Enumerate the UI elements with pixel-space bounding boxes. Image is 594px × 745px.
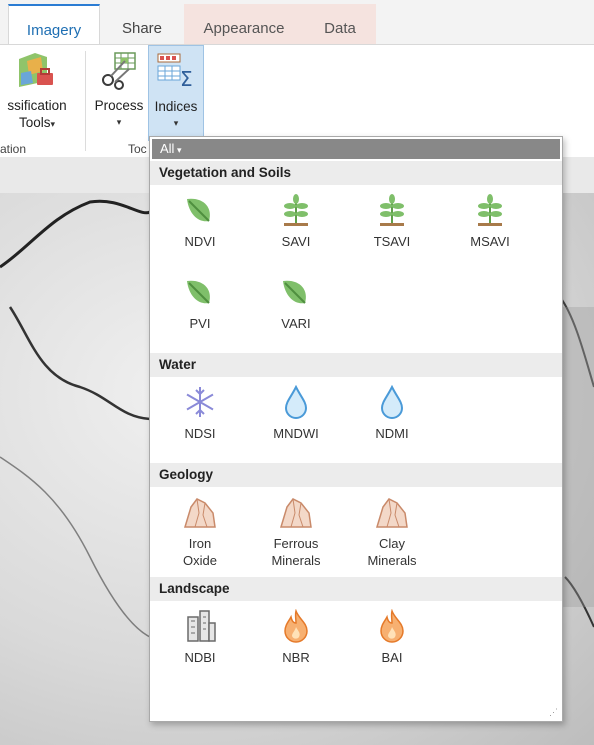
index-ndmi[interactable]: NDMI (352, 379, 432, 442)
index-label: NBR (282, 650, 310, 665)
water-drop-icon (375, 384, 409, 419)
index-pvi[interactable]: PVI (160, 269, 240, 332)
index-label: SAVI (281, 234, 311, 249)
section-water: Water (150, 353, 562, 377)
plant-icon (375, 193, 409, 227)
leaf-icon (183, 193, 217, 227)
index-nbr[interactable]: NBR (256, 603, 336, 666)
index-label: NDMI (375, 426, 409, 441)
index-label: NDBI (184, 650, 216, 665)
group-label-classification: ation (0, 142, 27, 156)
ribbon-separator (85, 51, 86, 151)
indices-gallery: All ▾ Vegetation and Soils NDVI SAVI TSA… (149, 136, 563, 722)
classification-tools-icon (17, 51, 57, 91)
classification-tools-label-2: Tools (18, 115, 51, 130)
tab-data[interactable]: Data (304, 4, 376, 44)
leaf-icon (279, 275, 313, 309)
fire-icon (279, 608, 313, 643)
process-button[interactable]: Process ▾ (92, 51, 146, 131)
section-geology: Geology (150, 463, 562, 487)
ribbon-tab-strip: Imagery Share Appearance Data (0, 0, 594, 44)
index-label: NDVI (184, 234, 216, 249)
index-label-line-2: Minerals (271, 553, 321, 568)
fire-icon (375, 608, 409, 643)
index-ferrous-minerals[interactable]: Ferrous Minerals (256, 489, 336, 569)
leaf-icon (183, 275, 217, 309)
process-label: Process (94, 98, 144, 113)
rock-icon (375, 495, 409, 529)
index-label: MNDWI (273, 426, 319, 441)
index-label-line-2: Oxide (183, 553, 217, 568)
indices-label: Indices (154, 99, 198, 114)
gallery-filter-dropdown[interactable]: All ▾ (152, 139, 560, 159)
index-mndwi[interactable]: MNDWI (256, 379, 336, 442)
process-icon (99, 51, 139, 91)
snowflake-icon (183, 385, 217, 419)
gallery-filter-label: All (160, 141, 175, 156)
section-landscape: Landscape (150, 577, 562, 601)
index-label: TSAVI (373, 234, 411, 249)
index-label: PVI (189, 316, 211, 331)
index-label: BAI (381, 650, 403, 665)
rock-icon (279, 495, 313, 529)
classification-tools-button[interactable]: ssification Tools▾ (0, 51, 84, 133)
tab-share[interactable]: Share (100, 4, 184, 44)
gallery-row: NDSI MNDWI NDMI (150, 379, 562, 461)
index-label: NDSI (184, 426, 216, 441)
svg-text:Σ: Σ (180, 67, 193, 91)
index-label-line-1: Ferrous (273, 536, 319, 551)
index-clay-minerals[interactable]: Clay Minerals (352, 489, 432, 569)
chevron-down-icon: ▾ (116, 117, 122, 127)
gallery-row: PVI VARI (150, 269, 562, 351)
index-vari[interactable]: VARI (256, 269, 336, 332)
index-label-line-2: Minerals (367, 553, 417, 568)
indices-button[interactable]: Σ Indices ▾ (148, 45, 204, 141)
index-ndvi[interactable]: NDVI (160, 187, 240, 250)
indices-icon: Σ (156, 52, 196, 92)
index-label-line-1: Iron (188, 536, 212, 551)
index-label: MSAVI (470, 234, 510, 249)
section-vegetation-and-soils: Vegetation and Soils (150, 161, 562, 185)
gallery-row: Iron Oxide Ferrous Minerals Clay Mineral… (150, 489, 562, 575)
index-tsavi[interactable]: TSAVI (352, 187, 432, 250)
gallery-row: NDVI SAVI TSAVI MSAVI (150, 187, 562, 269)
index-label: VARI (281, 316, 311, 331)
index-bai[interactable]: BAI (352, 603, 432, 666)
rock-icon (183, 495, 217, 529)
water-drop-icon (279, 384, 313, 419)
plant-icon (473, 193, 507, 227)
index-ndbi[interactable]: NDBI (160, 603, 240, 666)
chevron-down-icon: ▾ (174, 145, 182, 155)
buildings-icon (183, 609, 217, 643)
index-ndsi[interactable]: NDSI (160, 379, 240, 442)
group-label-tools: Toc (128, 142, 147, 156)
chevron-down-icon: ▾ (173, 118, 179, 128)
classification-tools-label-1: ssification (7, 98, 67, 113)
index-label-line-1: Clay (378, 536, 405, 551)
chevron-down-icon: ▾ (50, 119, 56, 129)
resize-grip-icon[interactable]: ⋰ (549, 707, 558, 718)
tab-imagery[interactable]: Imagery (8, 4, 100, 44)
index-iron-oxide[interactable]: Iron Oxide (160, 489, 240, 569)
gallery-row: NDBI NBR BAI (150, 603, 562, 685)
index-msavi[interactable]: MSAVI (450, 187, 530, 250)
index-savi[interactable]: SAVI (256, 187, 336, 250)
tab-appearance[interactable]: Appearance (184, 4, 304, 44)
plant-icon (279, 193, 313, 227)
